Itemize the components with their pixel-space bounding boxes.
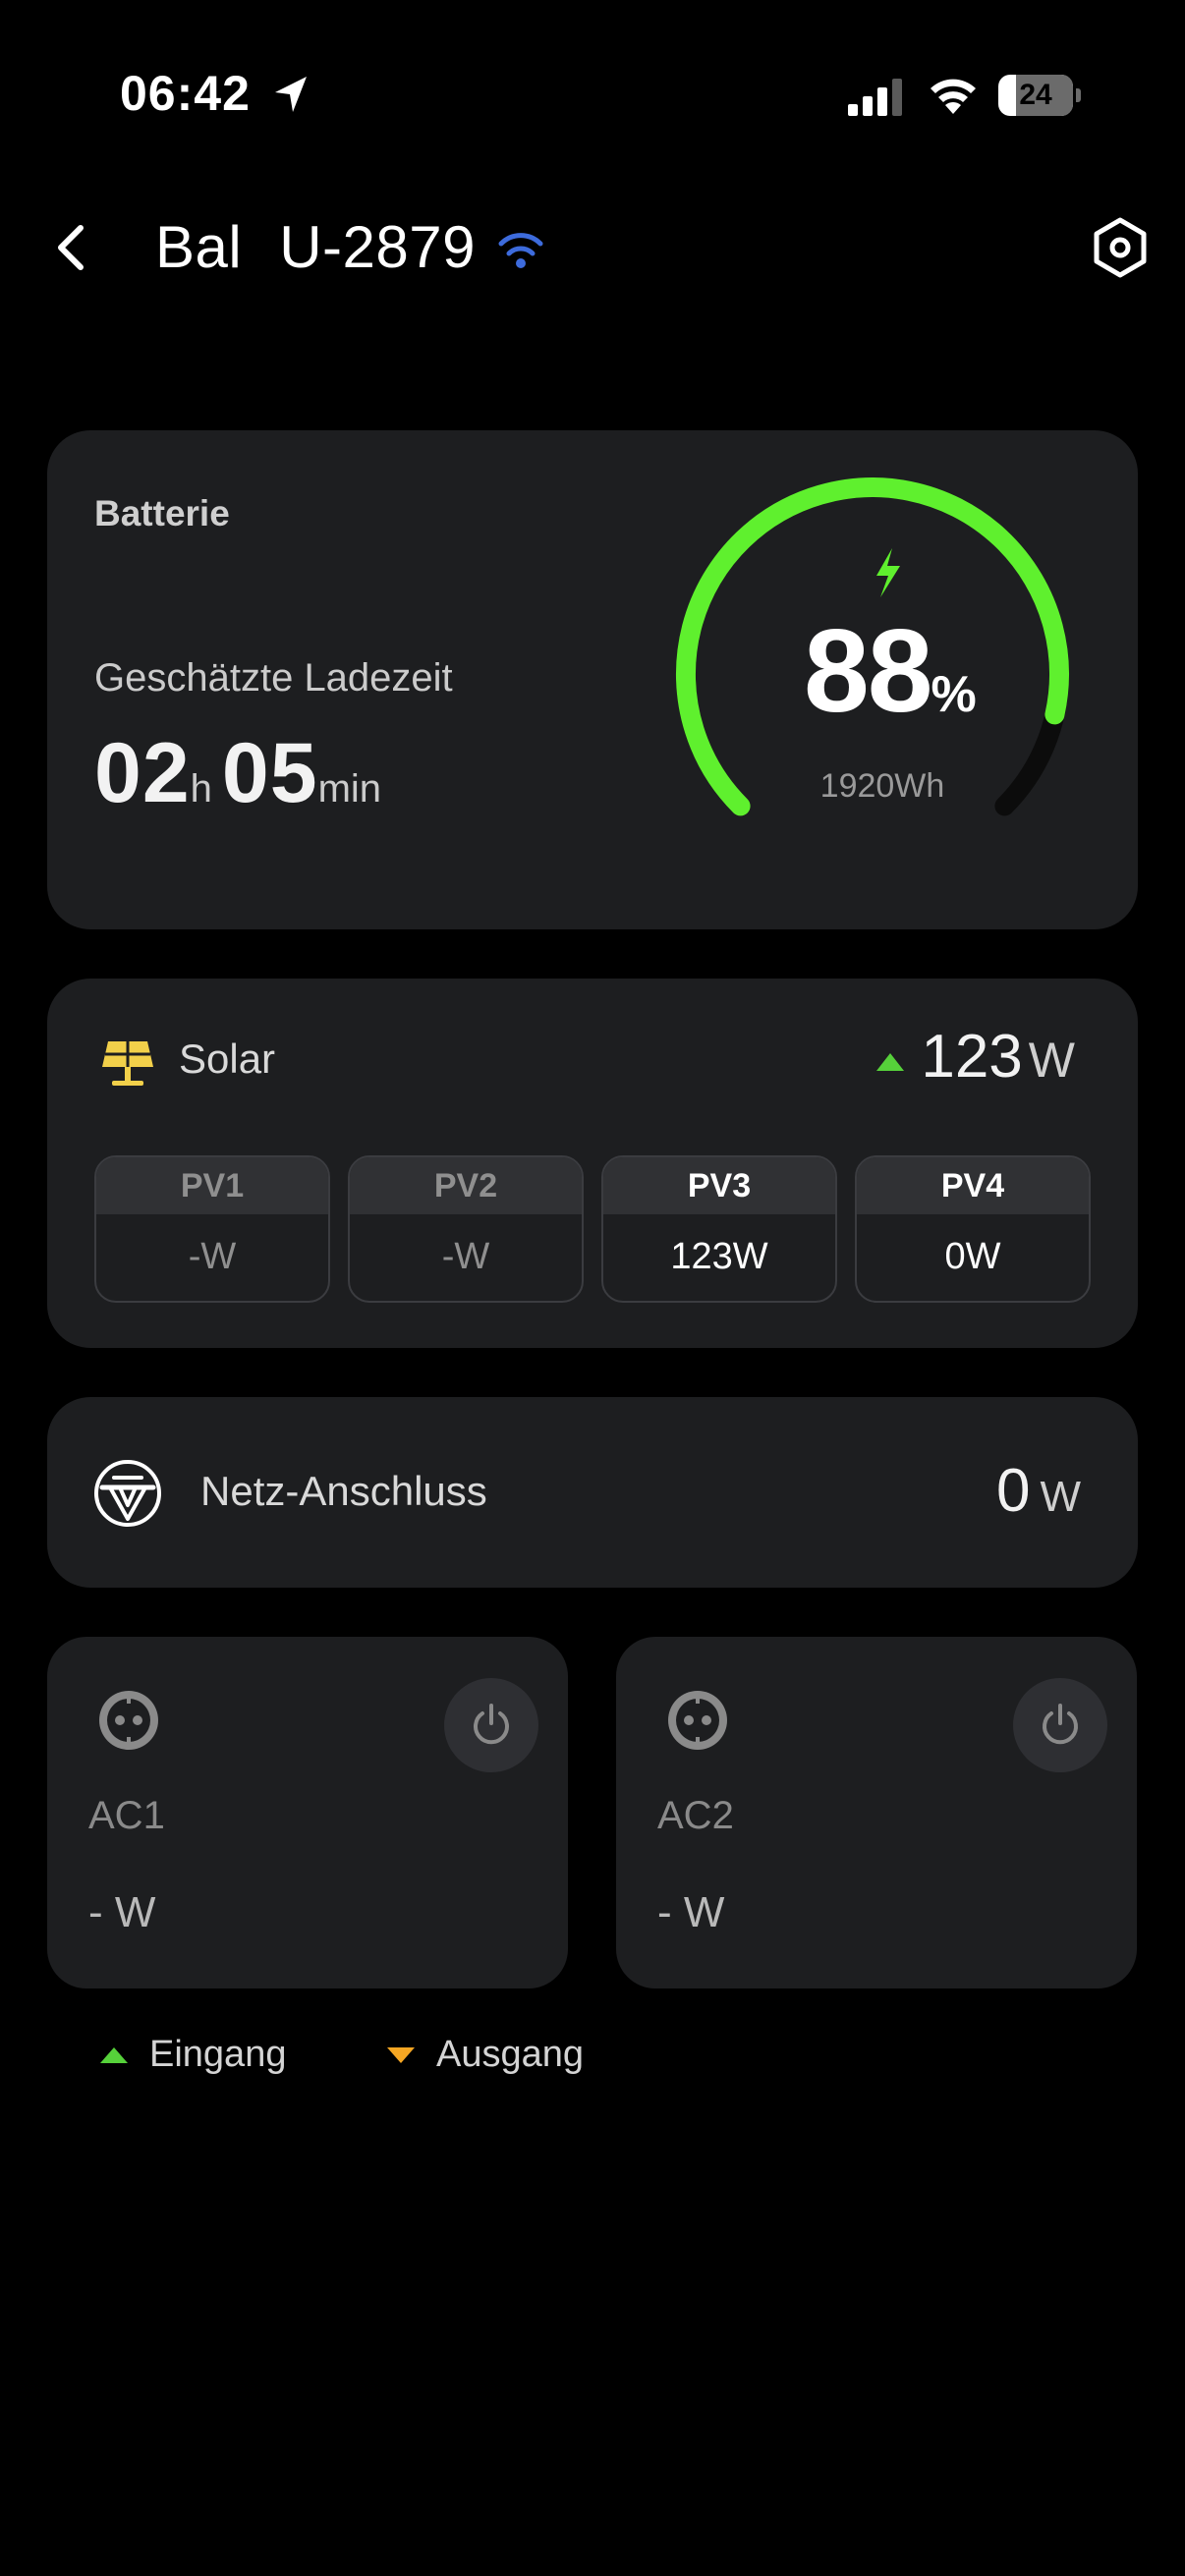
pv-tile-pv1[interactable]: PV1 -W: [94, 1155, 330, 1303]
solar-card[interactable]: Solar 123 W PV1 -W PV2 -W PV3 123W PV4 0W: [47, 979, 1138, 1348]
status-bar: 06:42 24: [0, 0, 1185, 187]
status-time: 06:42: [120, 66, 251, 121]
output-arrow-icon: [387, 2047, 415, 2063]
solar-power: 123 W: [921, 1022, 1075, 1092]
ac2-label: AC2: [657, 1794, 734, 1837]
power-icon: [474, 1704, 509, 1745]
ac2-power-button[interactable]: [1013, 1678, 1107, 1772]
battery-gauge: 88% 1920Wh: [627, 458, 1118, 851]
pv-name: PV1: [96, 1157, 328, 1214]
ac1-card[interactable]: AC1 - W: [47, 1637, 568, 1988]
legend-input-label: Eingang: [149, 2034, 287, 2075]
pv-tile-pv4[interactable]: PV4 0W: [855, 1155, 1091, 1303]
back-button[interactable]: [45, 218, 104, 277]
location-arrow-icon: [275, 77, 307, 112]
eta-hours-unit: h: [190, 767, 212, 811]
grid-power-unit: W: [1040, 1473, 1081, 1521]
eta-value: 02h 05min: [94, 725, 391, 822]
pv-name: PV3: [603, 1157, 835, 1214]
device-title: Bal U-2879: [155, 213, 476, 281]
grid-power: 0W: [996, 1456, 1081, 1526]
pv-value: 123W: [670, 1236, 768, 1277]
socket-icon: [668, 1691, 727, 1750]
input-arrow-icon: [100, 2047, 128, 2063]
cellular-signal-icon: [848, 79, 902, 116]
ac1-power: - W: [88, 1888, 156, 1936]
eta-minutes-unit: min: [317, 767, 382, 811]
battery-percent-unit: %: [931, 666, 977, 723]
connection-wifi-icon: [498, 233, 543, 268]
ac1-label: AC1: [88, 1794, 165, 1837]
grid-tower-icon: [94, 1460, 161, 1527]
eta-minutes: 05: [221, 726, 318, 820]
battery-percent: 88%: [804, 603, 1040, 739]
solar-panel-icon: [102, 1041, 153, 1086]
ac2-card[interactable]: AC2 - W: [616, 1637, 1137, 1988]
pv-name: PV4: [857, 1157, 1089, 1214]
pv-value: -W: [188, 1236, 237, 1277]
grid-label: Netz-Anschluss: [200, 1468, 487, 1514]
battery-icon: 24: [998, 75, 1081, 116]
solar-power-unit: W: [1028, 1033, 1075, 1088]
input-arrow-icon: [876, 1053, 904, 1071]
settings-gear-icon[interactable]: [1089, 216, 1152, 279]
ac2-power: - W: [657, 1888, 725, 1936]
device-title-part2: U-2879: [279, 214, 477, 280]
battery-card-label: Batterie: [94, 493, 230, 533]
wifi-icon: [931, 79, 976, 114]
socket-icon: [99, 1691, 158, 1750]
battery-percent-value: 88: [804, 605, 932, 737]
power-icon: [1043, 1704, 1078, 1745]
pv-value: 0W: [944, 1236, 1001, 1277]
device-title-part1: Bal: [155, 214, 243, 280]
battery-energy: 1920Wh: [819, 767, 945, 805]
battery-level: 24: [1019, 79, 1052, 111]
pv-tile-pv3[interactable]: PV3 123W: [601, 1155, 837, 1303]
solar-label: Solar: [179, 1036, 276, 1082]
solar-power-value: 123: [921, 1023, 1023, 1091]
pv-tile-pv2[interactable]: PV2 -W: [348, 1155, 584, 1303]
pv-value: -W: [441, 1236, 490, 1277]
eta-hours: 02: [94, 726, 191, 820]
grid-power-value: 0: [995, 1457, 1031, 1525]
grid-card[interactable]: Netz-Anschluss 0W: [47, 1397, 1138, 1588]
charging-bolt-icon: [876, 548, 900, 597]
pv-name: PV2: [350, 1157, 582, 1214]
battery-card[interactable]: Batterie Geschätzte Ladezeit 02h 05min 88…: [47, 430, 1138, 929]
header: Bal U-2879: [0, 196, 1185, 305]
ac1-power-button[interactable]: [444, 1678, 538, 1772]
eta-label: Geschätzte Ladezeit: [94, 656, 453, 700]
legend-output-label: Ausgang: [436, 2034, 585, 2075]
